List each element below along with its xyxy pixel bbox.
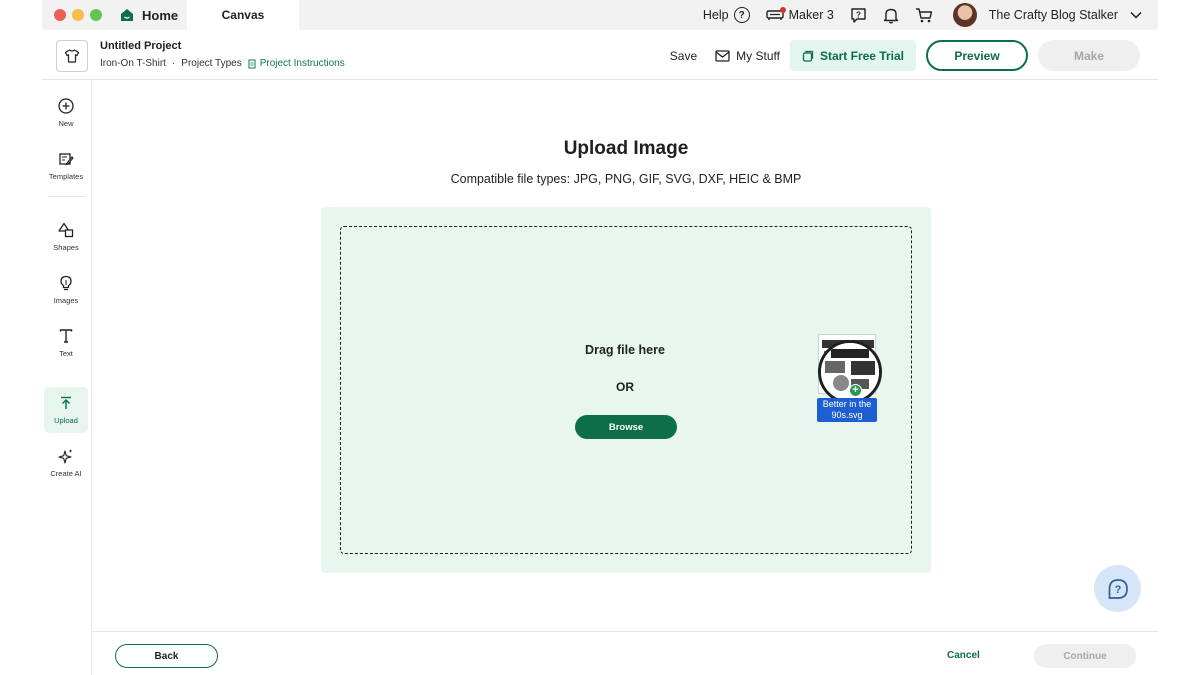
help-menu[interactable]: Help ? bbox=[703, 7, 750, 23]
question-bubble-icon: ? bbox=[1108, 578, 1128, 599]
sidebar-label-upload: Upload bbox=[54, 416, 78, 425]
envelope-icon bbox=[715, 49, 730, 62]
cart-icon bbox=[915, 8, 932, 23]
project-title[interactable]: Untitled Project bbox=[100, 40, 181, 52]
continue-button[interactable]: Continue bbox=[1034, 644, 1136, 668]
start-free-trial-label: Start Free Trial bbox=[819, 48, 904, 63]
close-window-button[interactable] bbox=[54, 9, 66, 21]
chat-help-icon: ? bbox=[851, 7, 866, 23]
upload-title: Upload Image bbox=[563, 138, 689, 159]
svg-text:?: ? bbox=[1114, 584, 1121, 596]
sparkle-icon bbox=[58, 449, 73, 464]
svg-text:?: ? bbox=[856, 10, 861, 19]
sidebar-item-create-ai[interactable]: Create AI bbox=[44, 440, 88, 486]
document-icon bbox=[248, 59, 256, 68]
sidebar-item-templates[interactable]: Templates bbox=[44, 143, 88, 189]
canvas-tab[interactable]: Canvas bbox=[187, 0, 299, 30]
templates-icon bbox=[59, 153, 74, 166]
preview-button[interactable]: Preview bbox=[926, 40, 1028, 71]
sidebar-label-create-ai: Create AI bbox=[50, 469, 82, 478]
my-stuff-label: My Stuff bbox=[736, 48, 780, 63]
home-tab[interactable]: Home bbox=[120, 4, 178, 26]
footer-bar: Back Cancel Continue bbox=[92, 631, 1158, 675]
machine-label: Maker 3 bbox=[788, 8, 834, 22]
sidebar-label-images: Images bbox=[53, 296, 79, 305]
support-button[interactable]: ? bbox=[850, 7, 867, 24]
machine-icon bbox=[765, 7, 786, 21]
chevron-down-icon bbox=[1130, 11, 1142, 19]
back-button[interactable]: Back bbox=[115, 644, 218, 668]
compatible-file-types: Compatible file types: JPG, PNG, GIF, SV… bbox=[450, 172, 802, 186]
top-right-menu: Help ? Maker 3 ? The Crafty Blog Stalker bbox=[687, 0, 1142, 30]
home-icon bbox=[121, 9, 133, 21]
project-instructions-label: Project Instructions bbox=[259, 58, 345, 69]
project-type-label: Iron-On T-Shirt bbox=[100, 58, 166, 69]
sidebar-label-templates: Templates bbox=[48, 172, 84, 181]
sidebar-item-text[interactable]: Text bbox=[44, 320, 88, 366]
sidebar-item-upload[interactable]: Upload bbox=[44, 387, 88, 433]
project-subtitle: Iron-On T-Shirt · Project Types Project … bbox=[100, 58, 345, 69]
project-header: Untitled Project Iron-On T-Shirt · Proje… bbox=[42, 30, 1158, 80]
my-stuff-button[interactable]: My Stuff bbox=[715, 49, 780, 63]
upload-icon bbox=[61, 396, 71, 409]
sidebar-label-new: New bbox=[58, 119, 74, 128]
project-instructions-link[interactable]: Project Instructions bbox=[248, 58, 345, 69]
title-bar: Home Canvas Help ? Maker 3 ? The Crafty … bbox=[42, 0, 1158, 30]
minimize-window-button[interactable] bbox=[72, 9, 84, 21]
user-name: The Crafty Blog Stalker bbox=[988, 8, 1118, 22]
trial-icon bbox=[802, 50, 814, 62]
text-icon bbox=[59, 329, 73, 343]
lightbulb-icon bbox=[60, 275, 72, 291]
machine-status-dot bbox=[779, 7, 786, 13]
user-menu[interactable]: The Crafty Blog Stalker bbox=[952, 3, 1142, 27]
save-button[interactable]: Save bbox=[670, 49, 697, 63]
separator-dot: · bbox=[171, 58, 176, 69]
browse-button[interactable]: Browse bbox=[575, 415, 677, 439]
sidebar-item-images[interactable]: Images bbox=[44, 267, 88, 313]
help-chat-button[interactable]: ? bbox=[1094, 565, 1141, 612]
left-sidebar: New Templates Shapes Images Text Upload … bbox=[42, 80, 92, 675]
avatar bbox=[952, 3, 977, 27]
help-label: Help bbox=[702, 8, 729, 22]
sidebar-item-new[interactable]: New bbox=[44, 90, 88, 136]
start-free-trial-button[interactable]: Start Free Trial bbox=[789, 40, 916, 71]
header-actions: Save My Stuff Start Free Trial Preview M… bbox=[670, 40, 1140, 71]
home-tab-label: Home bbox=[142, 7, 179, 23]
sidebar-label-shapes: Shapes bbox=[53, 243, 79, 252]
dragged-file-name: Better in the 90s.svg bbox=[817, 398, 877, 422]
project-types-link[interactable]: Project Types bbox=[181, 58, 241, 69]
cart-button[interactable] bbox=[915, 7, 933, 23]
maximize-window-button[interactable] bbox=[90, 9, 102, 21]
machine-selector[interactable]: Maker 3 bbox=[765, 7, 834, 22]
sidebar-item-shapes[interactable]: Shapes bbox=[44, 214, 88, 260]
help-circle-icon: ? bbox=[733, 7, 750, 23]
tshirt-icon bbox=[64, 49, 80, 63]
project-type-button[interactable] bbox=[56, 40, 88, 72]
plus-circle-icon bbox=[58, 98, 74, 114]
add-plus-icon: + bbox=[849, 384, 862, 397]
bell-icon bbox=[883, 8, 898, 24]
cancel-button[interactable]: Cancel bbox=[947, 650, 980, 661]
make-button[interactable]: Make bbox=[1038, 40, 1140, 71]
sidebar-divider bbox=[48, 196, 86, 197]
shapes-icon bbox=[58, 222, 74, 238]
notifications-button[interactable] bbox=[883, 7, 899, 24]
sidebar-label-text: Text bbox=[59, 349, 73, 358]
